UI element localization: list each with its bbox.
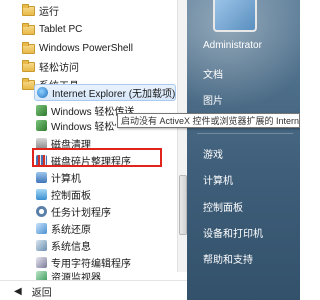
tooltip: 启动没有 ActiveX 控件或浏览器扩展的 Internet [117, 113, 300, 128]
defrag-icon [36, 154, 47, 166]
ie-icon [37, 87, 48, 98]
right-item-label: 控制面板 [203, 203, 243, 214]
program-item-system-restore[interactable]: 系统还原 [36, 220, 187, 236]
program-item-computer[interactable]: 计算机 [36, 169, 187, 185]
control-panel-icon [36, 188, 47, 200]
folder-icon [22, 23, 35, 35]
program-label: Windows PowerShell [39, 42, 133, 54]
user-avatar[interactable] [213, 0, 257, 32]
disk-cleanup-icon [36, 137, 47, 149]
right-item-computer[interactable]: 计算机 [203, 172, 298, 187]
back-arrow-icon: ◀ [14, 285, 22, 297]
right-item-user[interactable]: Administrator [203, 40, 298, 51]
folder-icon [22, 4, 35, 16]
program-label: Tablet PC [39, 23, 83, 35]
program-label: 运行 [39, 6, 59, 18]
program-item-private-char-editor[interactable]: 专用字符编辑程序 [36, 254, 187, 270]
program-label: Internet Explorer (无加载项) [52, 89, 176, 100]
right-item-label: 游戏 [203, 150, 223, 161]
char-editor-icon [36, 256, 47, 268]
right-item-label: 图片 [203, 96, 223, 107]
program-item-easy-transfer-reports[interactable]: Windows 轻松传 [36, 117, 116, 133]
program-item-disk-cleanup[interactable]: 磁盘清理 [36, 135, 187, 151]
program-label: 控制面板 [51, 190, 91, 202]
right-item-pictures[interactable]: 图片 [203, 92, 298, 107]
program-item-task-scheduler[interactable]: 任务计划程序 [36, 203, 187, 219]
folder-icon [22, 42, 35, 54]
program-item-accessibility[interactable]: 轻松访问 [22, 58, 187, 74]
system-restore-icon [36, 222, 47, 234]
program-item-system-info[interactable]: 系统信息 [36, 237, 187, 253]
right-item-help-support[interactable]: 帮助和支持 [203, 251, 298, 266]
right-item-label: 计算机 [203, 176, 233, 187]
right-item-control-panel[interactable]: 控制面板 [203, 199, 298, 214]
program-label: 计算机 [51, 173, 81, 185]
program-label: Windows 轻松传 [51, 121, 116, 133]
computer-icon [36, 171, 47, 183]
system-info-icon [36, 239, 47, 251]
right-item-label: 文档 [203, 70, 223, 81]
right-item-devices-printers[interactable]: 设备和打印机 [203, 225, 298, 240]
right-item-games[interactable]: 游戏 [203, 146, 298, 161]
program-label: 磁盘碎片整理程序 [51, 156, 131, 168]
back-label: 返回 [31, 287, 52, 299]
start-menu: 运行 Tablet PC Windows PowerShell 轻松访问 系统工… [0, 0, 300, 300]
right-item-label: Administrator [203, 40, 262, 51]
program-label: 轻松访问 [39, 62, 79, 74]
right-item-documents[interactable]: 文档 [203, 66, 298, 81]
task-scheduler-icon [36, 205, 47, 217]
program-label: 系统还原 [51, 224, 91, 236]
right-item-label: 设备和打印机 [203, 229, 263, 240]
program-item-powershell[interactable]: Windows PowerShell [22, 40, 187, 56]
program-label: 任务计划程序 [51, 207, 111, 219]
tooltip-text: 启动没有 ActiveX 控件或浏览器扩展的 Internet [121, 116, 300, 126]
back-button[interactable]: ◀ 返回 [0, 280, 187, 300]
programs-panel: 运行 Tablet PC Windows PowerShell 轻松访问 系统工… [0, 0, 187, 300]
scroll-thumb[interactable] [179, 175, 187, 235]
program-item-control-panel[interactable]: 控制面板 [36, 186, 187, 202]
transfer-report-icon [36, 119, 47, 131]
right-panel-separator [197, 133, 293, 134]
transfer-icon [36, 104, 47, 116]
right-item-label: 帮助和支持 [203, 255, 253, 266]
program-item-tablet-pc[interactable]: Tablet PC [22, 21, 187, 37]
program-item-ie-no-addons[interactable]: Internet Explorer (无加载项) [34, 84, 176, 101]
program-label: 专用字符编辑程序 [51, 258, 131, 270]
program-label: 系统信息 [51, 241, 91, 253]
programs-scrollbar[interactable] [177, 0, 187, 272]
folder-icon [22, 60, 35, 72]
program-label: 磁盘清理 [51, 139, 91, 151]
program-item-run[interactable]: 运行 [22, 2, 187, 18]
program-item-defragmenter[interactable]: 磁盘碎片整理程序 [36, 152, 187, 168]
